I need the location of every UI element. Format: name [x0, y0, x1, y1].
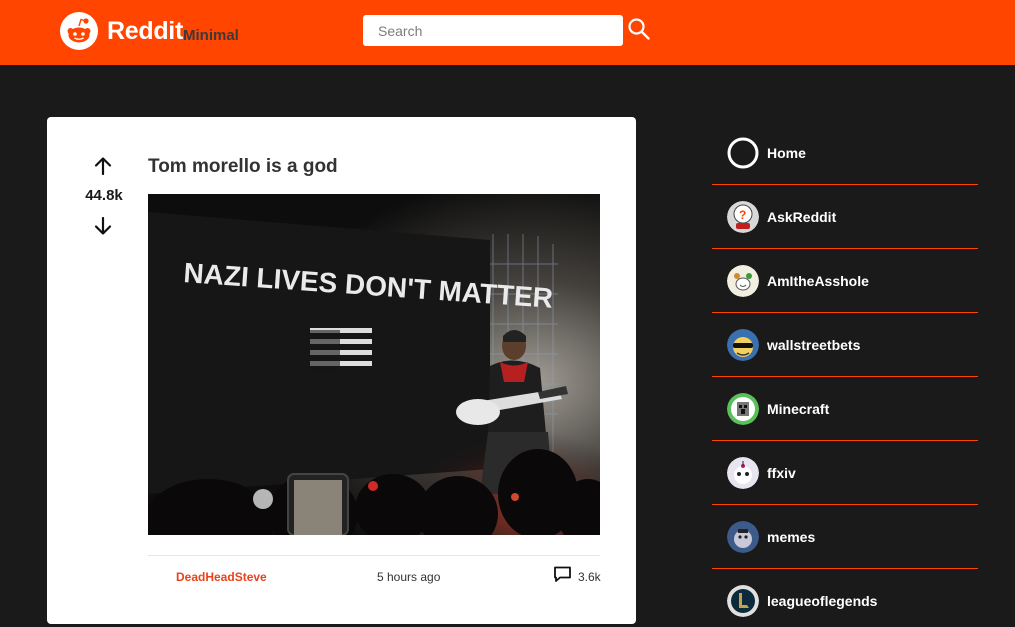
sidebar-item-label: ffxiv: [767, 465, 796, 481]
askreddit-icon: ?: [727, 201, 759, 233]
home-ring-icon: [727, 137, 759, 169]
ffxiv-icon: [727, 457, 759, 489]
sidebar-item-label: memes: [767, 529, 816, 545]
vote-count: 44.8k: [85, 187, 123, 204]
sidebar-item-leagueoflegends[interactable]: leagueoflegends: [712, 569, 978, 627]
logo-subtext: Minimal: [183, 27, 239, 44]
comments-button[interactable]: 3.6k: [553, 566, 601, 588]
post-divider: [148, 555, 600, 556]
upvote-arrow-icon[interactable]: [92, 155, 114, 177]
post-title[interactable]: Tom morello is a god: [148, 156, 338, 178]
sidebar-item-label: wallstreetbets: [767, 337, 861, 353]
sidebar-item-askreddit[interactable]: ? AskReddit: [712, 185, 978, 249]
sidebar-item-wallstreetbets[interactable]: wallstreetbets: [712, 313, 978, 377]
sidebar-item-label: Minecraft: [767, 401, 830, 417]
sidebar-item-minecraft[interactable]: Minecraft: [712, 377, 978, 441]
search-icon[interactable]: [627, 17, 651, 41]
minecraft-icon: [727, 393, 759, 425]
sidebar-item-amitheasshole[interactable]: AmItheAsshole: [712, 249, 978, 313]
search-input[interactable]: [363, 15, 623, 46]
downvote-arrow-icon[interactable]: [92, 215, 114, 237]
leagueoflegends-icon: [727, 585, 759, 617]
post-timestamp: 5 hours ago: [377, 570, 441, 584]
logo-text[interactable]: Reddit: [107, 17, 183, 46]
sidebar-item-label: Home: [767, 145, 806, 161]
sidebar-item-label: AskReddit: [767, 209, 837, 225]
post-author-link[interactable]: DeadHeadSteve: [176, 570, 267, 584]
memes-icon: [727, 521, 759, 553]
top-bar: Reddit Minimal: [0, 0, 1015, 65]
sidebar-item-memes[interactable]: memes: [712, 505, 978, 569]
comments-count: 3.6k: [578, 570, 601, 584]
sidebar-item-label: AmItheAsshole: [767, 273, 869, 289]
amitheasshole-icon: [727, 265, 759, 297]
sidebar-item-ffxiv[interactable]: ffxiv: [712, 441, 978, 505]
comment-bubble-icon: [553, 566, 572, 588]
sidebar-item-label: leagueoflegends: [767, 593, 878, 609]
reddit-logo-icon[interactable]: [60, 12, 98, 50]
post-image[interactable]: NAZI LIVES DON'T MATTER: [148, 194, 600, 535]
svg-text:?: ?: [739, 208, 746, 222]
sidebar-item-home[interactable]: Home: [712, 121, 978, 185]
wallstreetbets-icon: [727, 329, 759, 361]
